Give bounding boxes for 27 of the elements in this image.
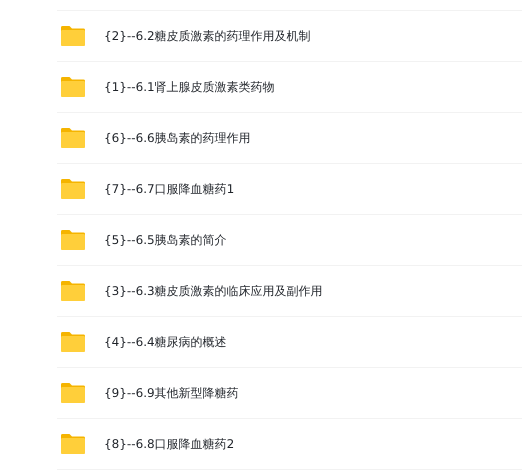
folder-icon [61,230,85,250]
folder-icon [61,179,85,199]
folder-icon [61,77,85,97]
folder-icon [61,383,85,403]
folder-icon [61,128,85,148]
folder-name: {1}--6.1肾上腺皮质激素类药物 [104,78,275,96]
folder-name: {3}--6.3糖皮质激素的临床应用及副作用 [104,282,323,300]
folder-name: {8}--6.8口服降血糖药2 [104,436,234,452]
folder-row[interactable]: {5}--6.5胰岛素的简介 [57,215,522,266]
folder-row[interactable]: {2}--6.2糖皮质激素的药理作用及机制 [57,11,522,62]
folder-row[interactable]: {1}--6.1肾上腺皮质激素类药物 [57,62,522,113]
folder-row[interactable]: {9}--6.9其他新型降糖药 [57,368,522,419]
folder-name: {5}--6.5胰岛素的简介 [104,232,227,248]
folder-name: {4}--6.4糖尿病的概述 [104,334,227,350]
folder-row[interactable]: {6}--6.6胰岛素的药理作用 [57,113,522,164]
folder-row[interactable]: {8}--6.8口服降血糖药2 [57,419,522,470]
folder-icon [61,281,85,301]
folder-icon [61,332,85,352]
folder-name: {6}--6.6胰岛素的药理作用 [104,130,251,146]
folder-name: {7}--6.7口服降血糖药1 [104,180,234,198]
folder-row[interactable]: {4}--6.4糖尿病的概述 [57,317,522,368]
folder-row[interactable]: {7}--6.7口服降血糖药1 [57,164,522,215]
folder-name: {2}--6.2糖皮质激素的药理作用及机制 [104,28,311,44]
folder-row[interactable]: {3}--6.3糖皮质激素的临床应用及副作用 [57,266,522,317]
folder-icon [61,434,85,454]
folder-name: {9}--6.9其他新型降糖药 [104,384,239,402]
folder-icon [61,26,85,46]
